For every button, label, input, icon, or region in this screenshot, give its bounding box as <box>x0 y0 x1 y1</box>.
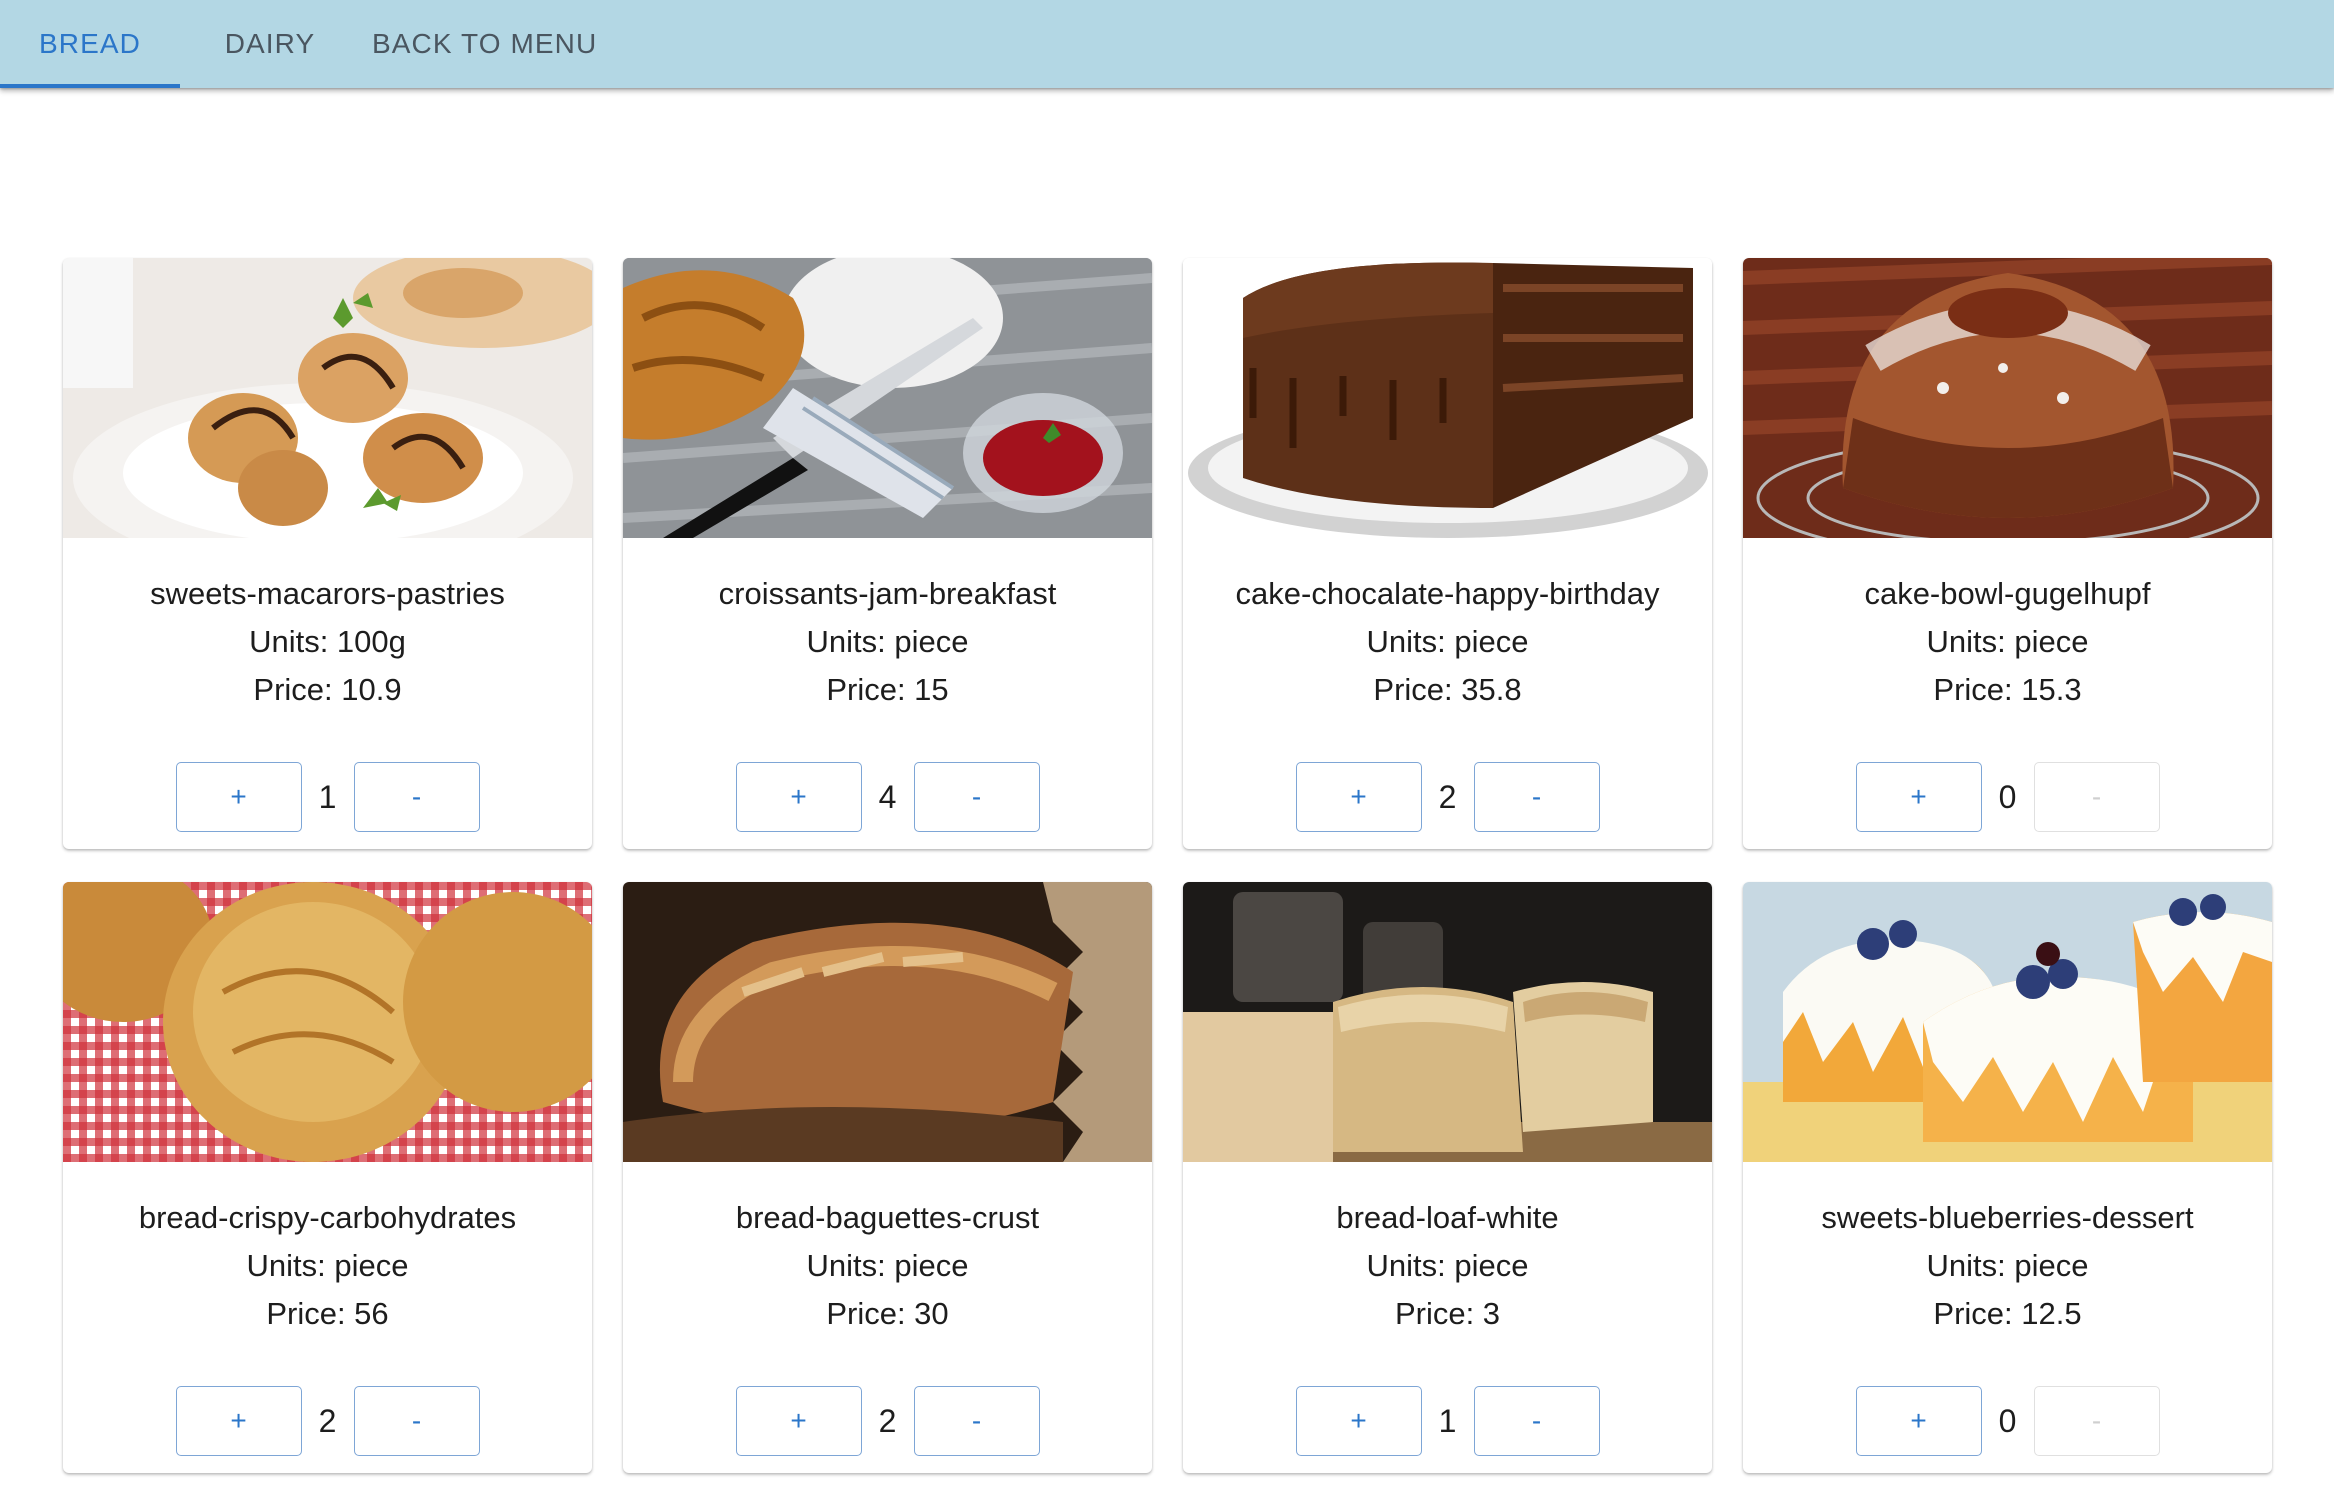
cream-puff-pastries-image <box>63 258 592 538</box>
product-card: sweets-macarors-pastries Units: 100g Pri… <box>63 258 592 849</box>
product-name: croissants-jam-breakfast <box>718 576 1057 611</box>
product-name: bread-crispy-carbohydrates <box>138 1200 517 1235</box>
increment-button[interactable]: + <box>175 762 302 832</box>
increment-button[interactable]: + <box>1295 1386 1422 1456</box>
decrement-button[interactable]: - <box>353 762 480 832</box>
quantity-value: 2 <box>1438 778 1457 815</box>
increment-button[interactable]: + <box>1855 1386 1982 1456</box>
product-grid: sweets-macarors-pastries Units: 100g Pri… <box>63 258 2272 1473</box>
product-card: bread-loaf-white Units: piece Price: 3 +… <box>1183 882 1712 1473</box>
product-info: bread-baguettes-crust Units: piece Price… <box>623 1162 1152 1338</box>
product-name: sweets-macarors-pastries <box>150 576 505 611</box>
product-price: Price: 3 <box>1394 1296 1501 1331</box>
decrement-button[interactable]: - <box>913 762 1040 832</box>
product-card: cake-bowl-gugelhupf Units: piece Price: … <box>1743 258 2272 849</box>
decrement-button[interactable]: - <box>353 1386 480 1456</box>
tab-bread[interactable]: BREAD <box>0 0 180 88</box>
product-units: Units: piece <box>246 1248 409 1283</box>
decrement-button[interactable]: - <box>913 1386 1040 1456</box>
product-price: Price: 30 <box>826 1296 949 1331</box>
product-name: bread-baguettes-crust <box>735 1200 1040 1235</box>
product-info: cake-bowl-gugelhupf Units: piece Price: … <box>1743 538 2272 714</box>
increment-button[interactable]: + <box>735 762 862 832</box>
product-units: Units: piece <box>1366 624 1529 659</box>
product-price: Price: 10.9 <box>253 672 402 707</box>
quantity-controls: + 0 - <box>1743 1385 2272 1457</box>
product-units: Units: piece <box>1926 1248 2089 1283</box>
product-card: bread-baguettes-crust Units: piece Price… <box>623 882 1152 1473</box>
white-loaf-image <box>1183 882 1712 1162</box>
product-card: croissants-jam-breakfast Units: piece Pr… <box>623 258 1152 849</box>
quantity-value: 2 <box>878 1402 897 1439</box>
product-card: cake-chocalate-happy-birthday Units: pie… <box>1183 258 1712 849</box>
product-name: bread-loaf-white <box>1336 1200 1559 1235</box>
chocolate-cake-image <box>1183 258 1712 538</box>
quantity-controls: + 2 - <box>623 1385 1152 1457</box>
quantity-controls: + 1 - <box>63 761 592 833</box>
quantity-controls: + 1 - <box>1183 1385 1712 1457</box>
quantity-value: 4 <box>878 778 897 815</box>
decrement-button[interactable]: - <box>2033 762 2160 832</box>
decrement-button[interactable]: - <box>2033 1386 2160 1456</box>
product-info: bread-loaf-white Units: piece Price: 3 <box>1183 1162 1712 1338</box>
product-units: Units: 100g <box>249 624 406 659</box>
increment-button[interactable]: + <box>1295 762 1422 832</box>
decrement-button[interactable]: - <box>1473 762 1600 832</box>
increment-button[interactable]: + <box>735 1386 862 1456</box>
quantity-controls: + 2 - <box>63 1385 592 1457</box>
product-price: Price: 12.5 <box>1933 1296 2082 1331</box>
product-units: Units: piece <box>806 1248 969 1283</box>
product-info: sweets-macarors-pastries Units: 100g Pri… <box>63 538 592 714</box>
product-card: bread-crispy-carbohydrates Units: piece … <box>63 882 592 1473</box>
quantity-value: 0 <box>1998 1402 2017 1439</box>
quantity-controls: + 4 - <box>623 761 1152 833</box>
product-price: Price: 15.3 <box>1933 672 2082 707</box>
tab-dairy[interactable]: DAIRY <box>180 0 360 88</box>
tab-back-to-menu[interactable]: BACK TO MENU <box>360 0 650 88</box>
product-units: Units: piece <box>1366 1248 1529 1283</box>
baguette-image <box>623 882 1152 1162</box>
product-price: Price: 56 <box>266 1296 389 1331</box>
product-units: Units: piece <box>1926 624 2089 659</box>
product-price: Price: 15 <box>826 672 949 707</box>
product-name: cake-chocalate-happy-birthday <box>1235 576 1660 611</box>
quantity-controls: + 2 - <box>1183 761 1712 833</box>
blueberry-dessert-image <box>1743 882 2272 1162</box>
product-name: sweets-blueberries-dessert <box>1821 1200 2194 1235</box>
category-tabs: BREAD DAIRY BACK TO MENU <box>0 0 2334 88</box>
bread-rolls-image <box>63 882 592 1162</box>
product-units: Units: piece <box>806 624 969 659</box>
product-info: cake-chocalate-happy-birthday Units: pie… <box>1183 538 1712 714</box>
quantity-value: 2 <box>318 1402 337 1439</box>
product-card: sweets-blueberries-dessert Units: piece … <box>1743 882 2272 1473</box>
gugelhupf-cake-image <box>1743 258 2272 538</box>
product-info: croissants-jam-breakfast Units: piece Pr… <box>623 538 1152 714</box>
app-bar: BREAD DAIRY BACK TO MENU <box>0 0 2334 88</box>
product-name: cake-bowl-gugelhupf <box>1864 576 2151 611</box>
decrement-button[interactable]: - <box>1473 1386 1600 1456</box>
quantity-value: 1 <box>318 778 337 815</box>
quantity-controls: + 0 - <box>1743 761 2272 833</box>
increment-button[interactable]: + <box>1855 762 1982 832</box>
quantity-value: 0 <box>1998 778 2017 815</box>
product-info: bread-crispy-carbohydrates Units: piece … <box>63 1162 592 1338</box>
increment-button[interactable]: + <box>175 1386 302 1456</box>
product-info: sweets-blueberries-dessert Units: piece … <box>1743 1162 2272 1338</box>
quantity-value: 1 <box>1438 1402 1457 1439</box>
croissant-jam-image <box>623 258 1152 538</box>
product-price: Price: 35.8 <box>1373 672 1522 707</box>
